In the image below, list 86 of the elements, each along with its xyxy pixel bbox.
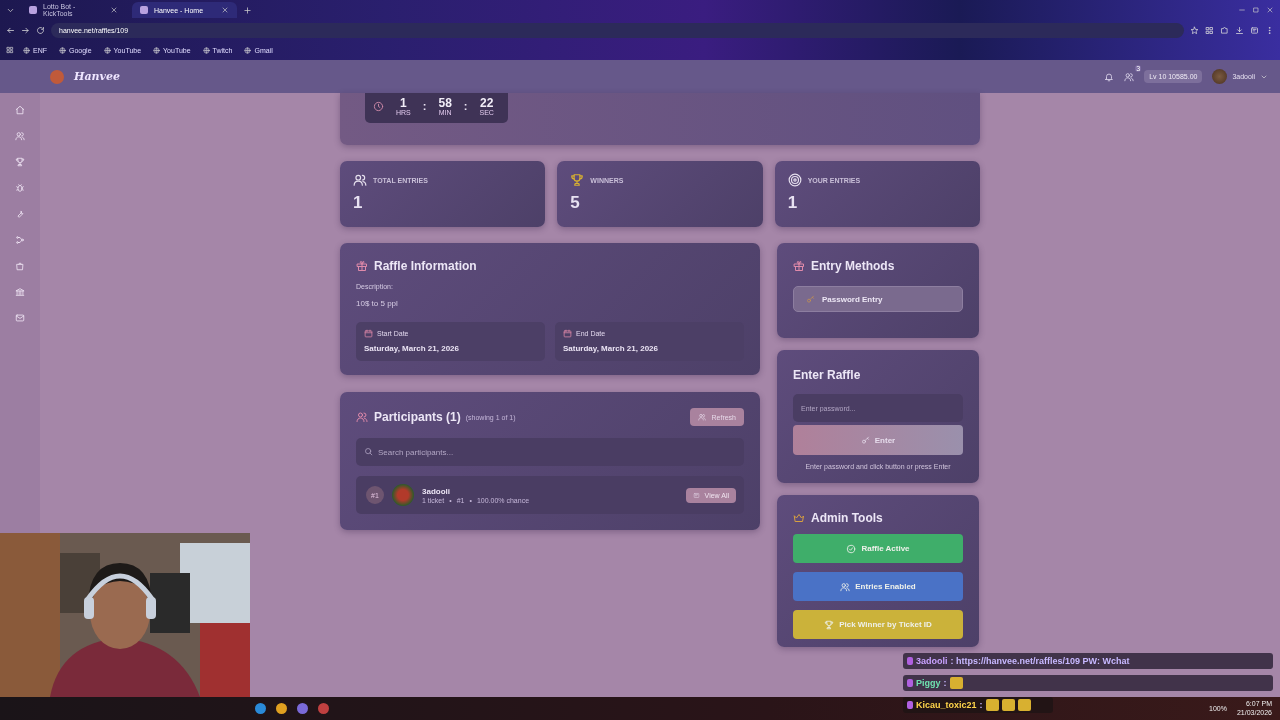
target-icon: [787, 173, 802, 187]
clock-icon: [373, 100, 384, 112]
emote-icon: [949, 677, 963, 689]
forward-icon[interactable]: [21, 25, 30, 35]
participant-name: 3adooli: [422, 486, 451, 496]
trophy-icon: [824, 619, 835, 630]
ticket-icon[interactable]: [1250, 25, 1259, 35]
users-icon: [353, 173, 367, 187]
emote-icon: [1001, 699, 1015, 711]
globe-icon: [59, 46, 66, 54]
timer-separator: :: [463, 100, 468, 112]
globe-icon: [244, 46, 252, 54]
date-value: Saturday, March 21, 2026: [364, 344, 460, 353]
emote-icon: [985, 699, 999, 711]
card-title: Participants (1): [374, 410, 461, 424]
stat-value: 5: [570, 193, 581, 213]
menu-icon[interactable]: [1265, 25, 1274, 35]
search-icon: [364, 447, 373, 456]
key-icon: [860, 435, 870, 445]
gift-icon: [793, 260, 805, 272]
bag-icon[interactable]: [15, 261, 25, 271]
check-circle-icon: [846, 543, 857, 554]
date-value: Saturday, March 21, 2026: [563, 344, 659, 353]
users-icon: [698, 413, 707, 421]
chat-badge-icon: [907, 657, 913, 665]
globe-icon: [153, 46, 161, 54]
chat-badge-icon: [907, 701, 913, 709]
card-title: Admin Tools: [811, 511, 883, 525]
wrench-icon[interactable]: [15, 209, 25, 219]
chat-username: Piggy: [916, 678, 941, 688]
timer-value: 1: [400, 96, 407, 109]
chat-text: :: [979, 700, 983, 710]
close-icon[interactable]: [1266, 6, 1274, 14]
mail-icon[interactable]: [15, 313, 25, 323]
globe-icon: [202, 46, 210, 54]
timer-value: 22: [480, 96, 494, 109]
bug-icon[interactable]: [15, 183, 25, 193]
user-avatar: [1212, 69, 1228, 84]
close-icon[interactable]: [221, 6, 229, 14]
card-title: Raffle Information: [374, 259, 477, 273]
stat-value: 1: [787, 193, 799, 213]
bell-icon[interactable]: [1104, 71, 1115, 82]
maximize-icon[interactable]: [1252, 6, 1260, 14]
key-icon: [806, 294, 815, 304]
chat-text: : https://hanvee.net/raffles/109 PW: Wchat: [950, 656, 1130, 666]
globe-icon: [23, 46, 30, 54]
plus-icon[interactable]: [243, 5, 252, 15]
description-text: 10$ to 5 ppl: [356, 299, 399, 308]
gift-icon: [356, 260, 368, 272]
stat-value: 1: [353, 193, 364, 213]
grid-icon[interactable]: [6, 46, 14, 54]
globe-icon: [103, 46, 111, 54]
chat-text: :: [943, 678, 947, 688]
users-icon: [356, 411, 368, 423]
grid-icon[interactable]: [1205, 25, 1214, 35]
star-icon[interactable]: [1190, 25, 1199, 35]
emote-icon: [1017, 699, 1031, 711]
participant-avatar: [392, 484, 414, 506]
calendar-icon: [563, 329, 572, 338]
entry-method-item[interactable]: Password Entry: [793, 286, 963, 312]
calendar-icon: [364, 329, 373, 338]
search-field[interactable]: Search participants...: [356, 438, 744, 466]
home-icon[interactable]: [15, 105, 25, 115]
users-icon[interactable]: [1124, 71, 1135, 82]
users-icon: [840, 581, 851, 592]
timer-separator: :: [422, 100, 427, 112]
share-icon[interactable]: [15, 235, 25, 245]
puzzle-icon[interactable]: [1220, 25, 1229, 35]
back-icon[interactable]: [6, 25, 15, 35]
crown-icon: [793, 512, 805, 524]
trophy-icon: [570, 173, 585, 187]
chat-username: 3adooli: [916, 656, 948, 666]
users-icon[interactable]: [15, 131, 25, 141]
admin-button[interactable]: Entries Enabled: [793, 572, 963, 601]
timer-value: 58: [438, 96, 452, 109]
trophy-icon[interactable]: [15, 157, 25, 167]
bank-icon[interactable]: [15, 287, 25, 297]
card-title: Enter Raffle: [793, 368, 861, 382]
card-title: Entry Methods: [811, 259, 895, 273]
close-icon[interactable]: [110, 6, 118, 14]
reload-icon[interactable]: [36, 25, 45, 35]
chat-username: Kicau_toxic21: [916, 700, 977, 710]
ticket-icon: [692, 491, 700, 499]
download-icon[interactable]: [1235, 25, 1244, 35]
app-logo[interactable]: Hanvee: [74, 70, 120, 83]
chat-badge-icon: [907, 679, 913, 687]
